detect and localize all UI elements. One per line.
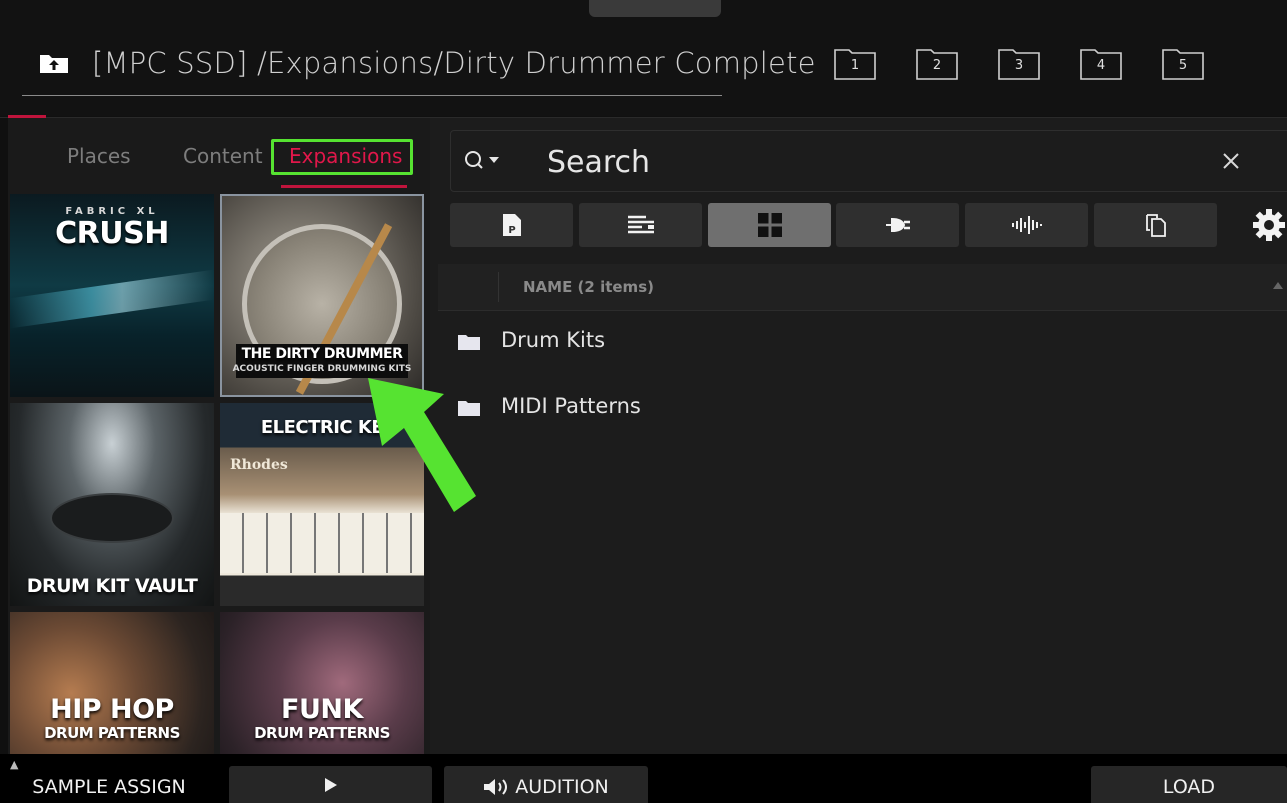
sample-assign-label: SAMPLE ASSIGN <box>32 776 186 798</box>
quick-folder-1-button[interactable]: 1 <box>834 46 876 80</box>
expansion-tile-drum-kit-vault[interactable]: DRUM KIT VAULT <box>10 403 214 606</box>
drum-kit-image <box>50 493 174 543</box>
list-header: NAME (2 items) <box>438 264 1287 311</box>
filter-all-button[interactable] <box>1094 203 1217 247</box>
speaker-icon <box>484 779 508 795</box>
tile-light-streak <box>10 269 214 329</box>
quick-folder-3-label: 3 <box>1014 58 1024 73</box>
tile-title: CRUSH <box>55 216 169 251</box>
svg-text:P: P <box>508 225 515 236</box>
list-item[interactable]: Drum Kits <box>438 314 1287 374</box>
piano-keys-image <box>220 513 424 573</box>
browser-main-panel: P NAME (2 items) Drum Kits MIDI Patterns <box>438 118 1287 754</box>
quick-folder-4-button[interactable]: 4 <box>1080 46 1122 80</box>
search-icon[interactable] <box>463 148 503 176</box>
quick-folder-5-button[interactable]: 5 <box>1162 46 1204 80</box>
program-icon: P <box>502 214 521 236</box>
filter-grid-button[interactable] <box>708 203 831 247</box>
sequence-icon <box>627 215 654 234</box>
path-bar: [MPC SSD] /Expansions/Dirty Drummer Comp… <box>22 40 816 96</box>
grid-icon <box>757 213 782 237</box>
annotation-arrow-icon <box>368 378 476 512</box>
play-icon <box>324 778 337 792</box>
filter-sample-button[interactable] <box>965 203 1088 247</box>
tile-subtitle: DRUM PATTERNS <box>44 724 180 742</box>
tab-active-underline <box>281 185 407 188</box>
bottom-toolbar: ▲ SAMPLE ASSIGN AUDITION LOAD <box>0 754 1287 803</box>
folder-icon <box>458 335 480 350</box>
load-button[interactable]: LOAD <box>1091 766 1287 803</box>
tile-subtitle: DRUM PATTERNS <box>254 724 390 742</box>
play-button[interactable] <box>229 766 432 803</box>
copy-icon <box>1145 214 1166 237</box>
quick-folder-5-label: 5 <box>1178 58 1188 73</box>
quick-folder-2-label: 2 <box>932 58 942 73</box>
quick-folder-1-label: 1 <box>850 58 860 73</box>
search-input[interactable] <box>547 143 1187 181</box>
expansion-tile-hip-hop[interactable]: HIP HOP DRUM PATTERNS <box>10 612 214 754</box>
sort-ascending-icon[interactable] <box>1273 282 1283 289</box>
expansion-tile-dirty-drummer[interactable]: THE DIRTY DRUMMER ACOUSTIC FINGER DRUMMI… <box>220 194 424 397</box>
tile-subtitle: Rhodes <box>230 457 288 473</box>
tile-title: DRUM KIT VAULT <box>26 575 198 597</box>
tile-title: FUNK <box>281 694 363 725</box>
audition-label: AUDITION <box>515 776 609 798</box>
quick-folder-2-button[interactable]: 2 <box>916 46 958 80</box>
tile-title: THE DIRTY DRUMMER <box>241 346 403 362</box>
tab-expansions[interactable]: Expansions <box>289 144 402 168</box>
column-separator <box>498 272 499 302</box>
audition-button[interactable]: AUDITION <box>444 766 648 803</box>
tab-places[interactable]: Places <box>67 144 131 168</box>
filter-plugin-button[interactable] <box>836 203 959 247</box>
search-bar <box>450 130 1287 192</box>
folder-up-icon[interactable] <box>39 52 69 74</box>
quick-folder-4-label: 4 <box>1096 58 1106 73</box>
list-item-label: Drum Kits <box>501 328 606 352</box>
waveform-icon <box>1011 216 1042 234</box>
filter-sequence-button[interactable] <box>579 203 702 247</box>
expansion-tile-crush[interactable]: FABRIC XL CRUSH <box>10 194 214 397</box>
plugin-icon <box>885 217 910 233</box>
load-label: LOAD <box>1162 776 1216 798</box>
filter-program-button[interactable]: P <box>450 203 573 247</box>
current-path: [MPC SSD] /Expansions/Dirty Drummer Comp… <box>92 46 816 80</box>
expansion-tile-funk[interactable]: FUNK DRUM PATTERNS <box>220 612 424 754</box>
top-drawer-handle[interactable] <box>589 0 721 17</box>
list-item-label: MIDI Patterns <box>501 394 641 418</box>
close-icon[interactable] <box>1221 151 1241 171</box>
gear-icon[interactable] <box>1252 208 1286 242</box>
list-item[interactable]: MIDI Patterns <box>438 380 1287 440</box>
quick-folder-3-button[interactable]: 3 <box>998 46 1040 80</box>
sample-assign-button[interactable]: SAMPLE ASSIGN <box>0 766 218 803</box>
tab-content[interactable]: Content <box>183 144 263 168</box>
tile-title: HIP HOP <box>50 694 174 725</box>
name-column-header[interactable]: NAME (2 items) <box>523 278 654 296</box>
